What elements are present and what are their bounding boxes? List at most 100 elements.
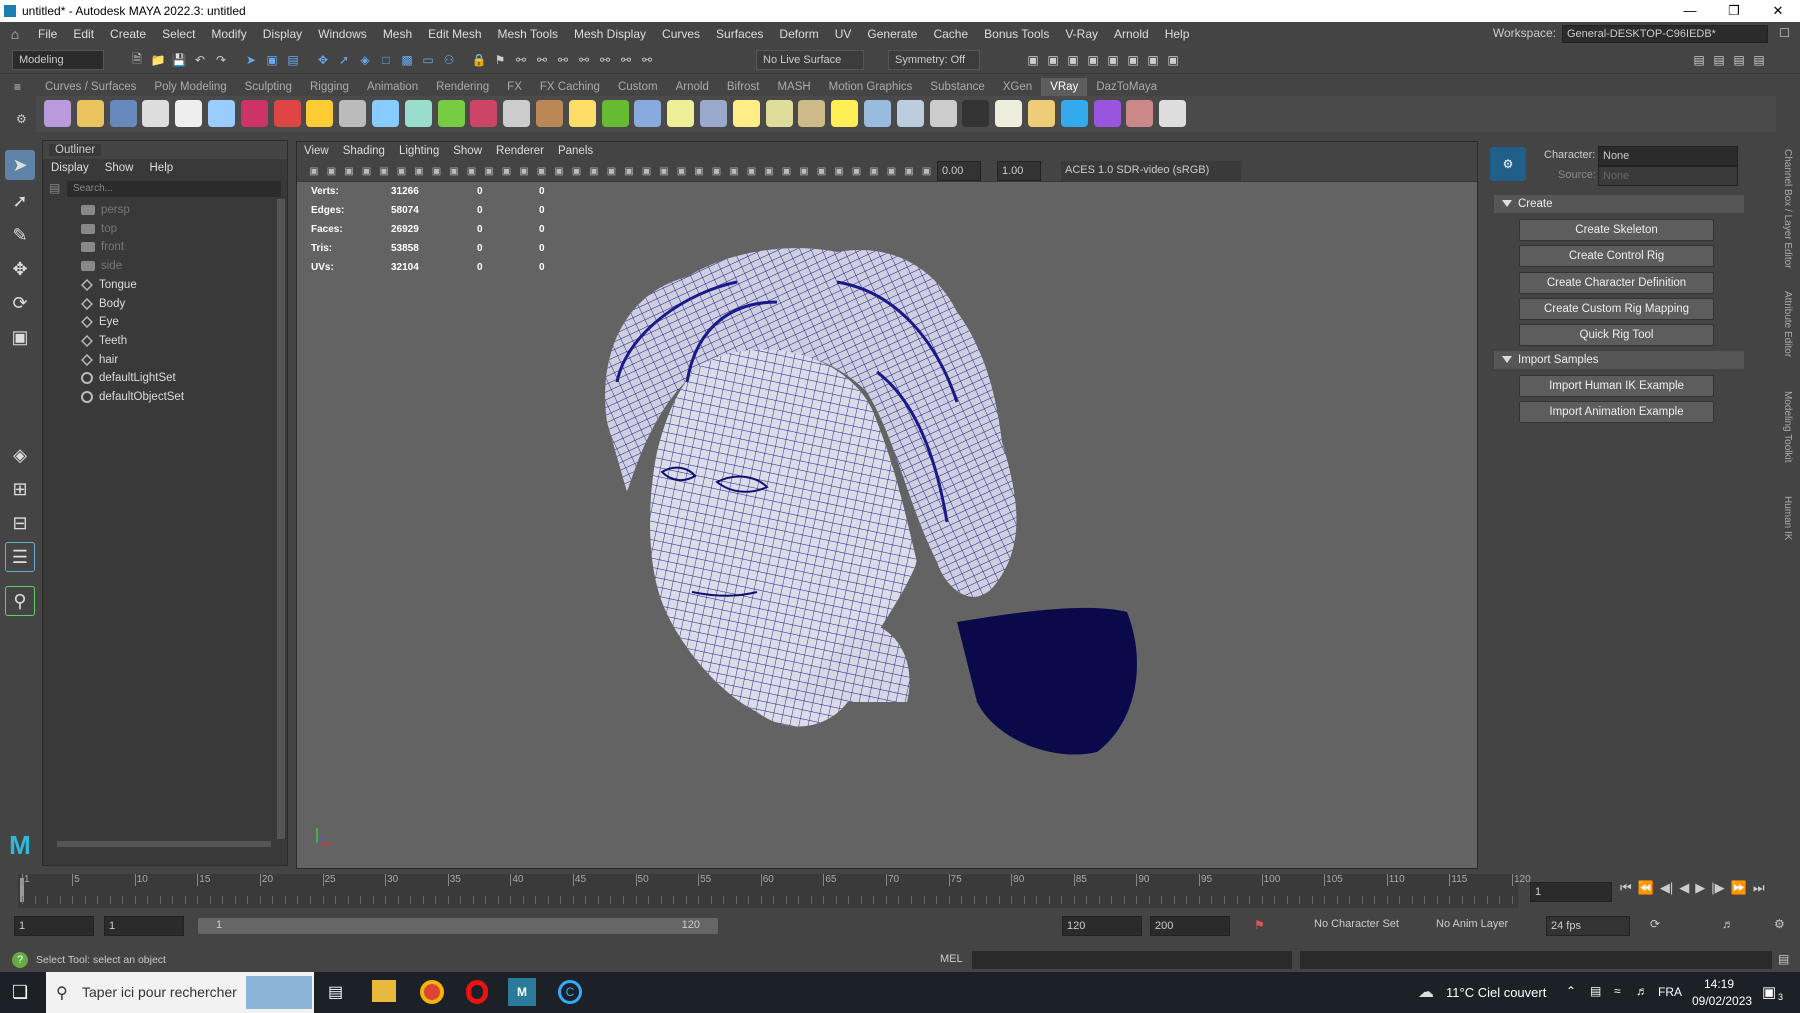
clock-time[interactable]: 14:19	[1704, 977, 1734, 991]
shelf-tab-mash[interactable]: MASH	[768, 78, 819, 96]
shelf-icon-12[interactable]	[404, 100, 432, 127]
shelf-icon-3[interactable]	[109, 100, 137, 127]
shelf-icon-29[interactable]	[962, 100, 990, 127]
shelf-gear-icon[interactable]: ⚙	[16, 112, 27, 126]
shelf-icon-30[interactable]	[995, 100, 1023, 127]
menu-display[interactable]: Display	[255, 27, 310, 41]
shelf-icon-2[interactable]	[76, 100, 104, 127]
outliner-item-hair[interactable]: hair	[81, 351, 118, 369]
new-scene-icon[interactable]: 🗎	[128, 51, 146, 69]
snap-live-icon[interactable]: ▭	[419, 51, 437, 69]
tray-chevron-icon[interactable]: ⌃	[1566, 984, 1576, 998]
create-control-rig-button[interactable]: Create Control Rig	[1519, 245, 1714, 268]
step-back-frame-icon[interactable]: ◀​|	[1660, 880, 1673, 896]
shelf-icon-22[interactable]	[732, 100, 760, 127]
outliner-item-defaultobjectset[interactable]: defaultObjectSet	[81, 388, 184, 406]
human-ik-logo-icon[interactable]: ⚙	[1490, 147, 1526, 181]
import-section-header[interactable]: Import Samples	[1494, 351, 1744, 369]
outliner-scrollbar[interactable]	[277, 199, 285, 839]
save-scene-icon[interactable]: 💾	[170, 51, 188, 69]
character-set-dropdown[interactable]: No Character Set	[1314, 918, 1399, 930]
four-view-icon[interactable]: ⊞	[5, 474, 35, 504]
shelf-icon-6[interactable]	[208, 100, 235, 127]
mel-label[interactable]: MEL	[940, 953, 963, 965]
shelf-icon-26[interactable]	[864, 100, 891, 127]
history-icon[interactable]: ⚇	[440, 51, 458, 69]
shelf-icon-19[interactable]	[634, 100, 662, 127]
command-line-input[interactable]	[972, 951, 1292, 969]
app-c-icon[interactable]: C	[558, 980, 582, 1004]
create-character-definition-button[interactable]: Create Character Definition	[1519, 271, 1714, 294]
shelf-tab-fx-caching[interactable]: FX Caching	[531, 78, 609, 96]
create-skeleton-button[interactable]: Create Skeleton	[1519, 219, 1714, 241]
go-to-start-icon[interactable]: ⏮	[1620, 880, 1632, 896]
minimize-button[interactable]: —	[1668, 0, 1712, 22]
menu-mesh[interactable]: Mesh	[375, 27, 420, 41]
task-view-icon[interactable]: ▤	[328, 982, 343, 1002]
shelf-icon-9[interactable]	[306, 100, 334, 127]
playback-end-field[interactable]: 120	[1062, 916, 1142, 936]
menu-curves[interactable]: Curves	[654, 27, 708, 41]
weather-text[interactable]: 11°C Ciel couvert	[1446, 985, 1546, 1000]
scale-tool-icon[interactable]: ▣	[5, 322, 35, 352]
workspace-dropdown[interactable]: General-DESKTOP-C96IEDB*	[1562, 25, 1768, 43]
shelf-tab-curves-surfaces[interactable]: Curves / Surfaces	[36, 78, 145, 96]
script-editor-icon[interactable]: ▤	[1778, 952, 1789, 966]
snap-curve-icon[interactable]: ➚	[335, 51, 353, 69]
select-hierarchy-icon[interactable]: ➤	[242, 51, 260, 69]
shelf-tab-rendering[interactable]: Rendering	[427, 78, 498, 96]
range-slider[interactable]: 1 120	[198, 918, 718, 934]
tool-settings-toggle-icon[interactable]: ▤	[1730, 51, 1748, 69]
outliner-item-side[interactable]: side	[81, 257, 122, 275]
side-tab-3[interactable]: Modeling Toolkit	[1782, 391, 1793, 463]
notification-icon[interactable]: ▣	[1762, 983, 1776, 1001]
menu-mesh-display[interactable]: Mesh Display	[566, 27, 654, 41]
redo-icon[interactable]: ↷	[212, 51, 230, 69]
live-surface-field[interactable]: No Live Surface	[756, 50, 864, 70]
close-window-button[interactable]: ✕	[1756, 0, 1800, 22]
shelf-icon-14[interactable]	[470, 100, 498, 127]
input-ops-icon[interactable]: ⚯	[533, 51, 551, 69]
shelf-icon-24[interactable]	[798, 100, 826, 127]
shelf-icon-34[interactable]	[1126, 100, 1154, 127]
import-animation-example-button[interactable]: Import Animation Example	[1519, 401, 1714, 424]
shelf-icon-13[interactable]	[437, 100, 465, 127]
menu-select[interactable]: Select	[154, 27, 203, 41]
clock-date[interactable]: 09/02/2023	[1692, 994, 1752, 1008]
play-forward-icon[interactable]: ▶	[1695, 880, 1705, 896]
outliner-item-top[interactable]: top	[81, 220, 117, 238]
menu-cache[interactable]: Cache	[925, 27, 976, 41]
shelf-icon-1[interactable]	[44, 100, 71, 127]
snap-grid-icon[interactable]: ✥	[314, 51, 332, 69]
outliner-item-teeth[interactable]: Teeth	[81, 332, 127, 350]
prefs-icon[interactable]: ⚙	[1774, 917, 1785, 931]
menu-edit-mesh[interactable]: Edit Mesh	[420, 27, 489, 41]
wireframe-head-model[interactable]	[297, 142, 1479, 870]
shelf-tab-motion-graphics[interactable]: Motion Graphics	[820, 78, 922, 96]
fps-dropdown[interactable]: 24 fps	[1546, 916, 1630, 936]
start-time-field[interactable]: 1	[14, 916, 94, 936]
shelf-tab-sculpting[interactable]: Sculpting	[236, 78, 301, 96]
menu-mesh-tools[interactable]: Mesh Tools	[490, 27, 566, 41]
outliner-layout-icon[interactable]: ☰	[5, 542, 35, 572]
render-settings-icon[interactable]: ▣	[1064, 51, 1082, 69]
shelf-tab-animation[interactable]: Animation	[358, 78, 427, 96]
outliner-menu-show[interactable]: Show	[97, 162, 142, 174]
paint-select-icon[interactable]: ✎	[5, 220, 35, 250]
shelf-icon-20[interactable]	[667, 100, 695, 127]
auto-key-icon[interactable]: ⚑	[1254, 918, 1265, 932]
viewport-panel[interactable]: View Shading Lighting Show Renderer Panels ▣ ▣…	[296, 141, 1478, 869]
sound-icon[interactable]: ♬	[1722, 917, 1734, 931]
lock-icon[interactable]: 🔒	[470, 51, 488, 69]
attr-editor-toggle-icon[interactable]: ▤	[1710, 51, 1728, 69]
source-dropdown[interactable]: None	[1598, 166, 1738, 186]
output-ops-icon[interactable]: ⚯	[554, 51, 572, 69]
menu-arnold[interactable]: Arnold	[1106, 27, 1157, 41]
opera-icon[interactable]	[466, 980, 488, 1004]
sel-d-icon[interactable]: ⚯	[638, 51, 656, 69]
shelf-tab-custom[interactable]: Custom	[609, 78, 667, 96]
side-tab-2[interactable]: Attribute Editor	[1782, 291, 1793, 357]
menu-surfaces[interactable]: Surfaces	[708, 27, 771, 41]
shelf-icon-17[interactable]	[568, 100, 596, 127]
create-section-header[interactable]: Create	[1494, 195, 1744, 213]
